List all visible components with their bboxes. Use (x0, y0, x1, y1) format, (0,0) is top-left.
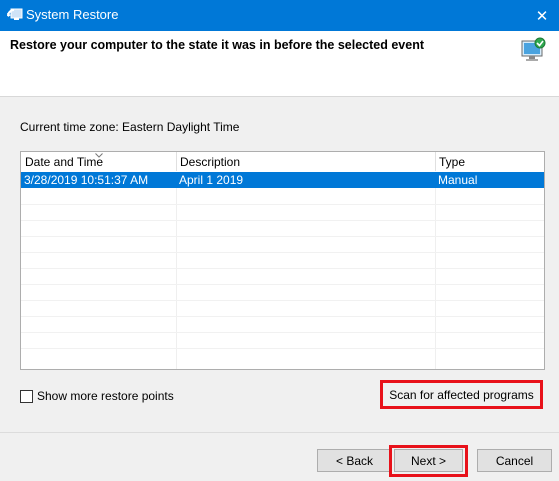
wizard-header: Restore your computer to the state it wa… (0, 31, 559, 97)
row-gridline (21, 332, 544, 333)
restore-monitor-icon (521, 37, 546, 61)
show-more-checkbox-row[interactable]: Show more restore points (20, 388, 174, 404)
show-more-checkbox[interactable] (20, 389, 33, 403)
table-header: Date and Time Description Type (21, 152, 544, 171)
column-gridline (176, 188, 177, 369)
title-bar: System Restore ✕ (0, 0, 559, 31)
column-header-type[interactable]: Type (439, 155, 465, 169)
row-gridline (21, 284, 544, 285)
cell-date: 3/28/2019 10:51:37 AM (24, 173, 149, 187)
row-gridline (21, 348, 544, 349)
column-header-description[interactable]: Description (180, 155, 240, 169)
show-more-label[interactable]: Show more restore points (37, 389, 174, 403)
system-restore-icon (7, 8, 23, 20)
close-button[interactable]: ✕ (525, 0, 559, 31)
scan-affected-programs-button[interactable]: Scan for affected programs (385, 384, 538, 405)
back-button[interactable]: < Back (317, 449, 392, 472)
window-title: System Restore (26, 7, 119, 22)
row-gridline (21, 268, 544, 269)
timezone-label: Current time zone: Eastern Daylight Time (20, 120, 240, 134)
close-icon: ✕ (535, 7, 549, 25)
restore-points-table[interactable]: Date and Time Description Type 3/28/2019… (20, 151, 545, 370)
column-header-date[interactable]: Date and Time (25, 155, 103, 169)
next-button[interactable]: Next > (394, 449, 463, 472)
page-heading: Restore your computer to the state it wa… (10, 38, 424, 52)
row-gridline (21, 300, 544, 301)
column-divider[interactable] (176, 152, 177, 171)
cancel-button[interactable]: Cancel (477, 449, 552, 472)
cell-type: Manual (438, 173, 478, 187)
row-gridline (21, 316, 544, 317)
column-divider[interactable] (435, 152, 436, 171)
row-gridline (21, 252, 544, 253)
table-row[interactable]: 3/28/2019 10:51:37 AM April 1 2019 Manua… (21, 172, 544, 188)
footer-divider (0, 432, 559, 433)
row-gridline (21, 204, 544, 205)
column-gridline (435, 188, 436, 369)
cell-description: April 1 2019 (179, 173, 244, 187)
sort-arrow-icon (95, 153, 103, 158)
row-gridline (21, 236, 544, 237)
row-gridline (21, 220, 544, 221)
